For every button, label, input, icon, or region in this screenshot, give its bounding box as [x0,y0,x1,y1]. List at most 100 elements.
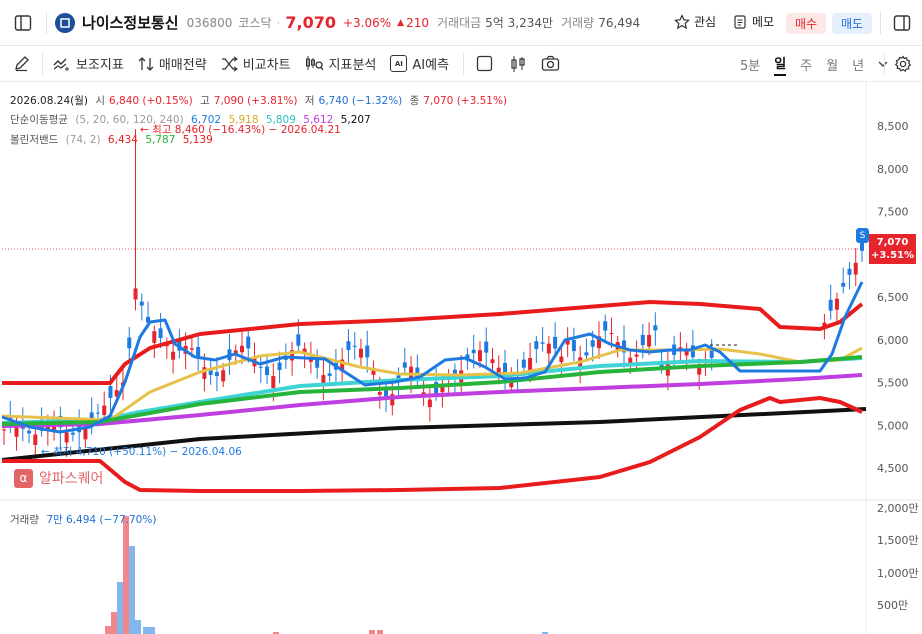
volume-bar [117,582,123,634]
memo-button[interactable]: 메모 [732,13,774,30]
volume-tick-label: 500만 [877,599,908,612]
watermark-logo: α 알파스퀘어 [14,468,103,488]
indicators-button[interactable]: 보조지표 [53,54,124,73]
candle-body [2,429,6,431]
candle-body [277,362,282,371]
analysis-button[interactable]: 지표분석 [305,54,376,73]
legend-date: 2026.08.24(월) [10,95,88,107]
chart-area[interactable]: 8,5008,0007,5007,0006,5006,0005,5005,000… [0,82,922,634]
current-price: 7,070 [285,13,336,32]
candle-body [427,399,432,408]
candle-body [377,392,382,395]
buy-button[interactable]: 매수 [786,13,826,34]
high-label: 고 [200,95,210,107]
ai-forecast-button[interactable]: AI AI예측 [390,54,449,73]
indicators-label: 보조지표 [76,58,124,73]
stock-code: 036800 [186,15,233,30]
open-label: 시 [95,95,105,107]
volume-bar [129,546,135,634]
candle-body [847,268,852,275]
candle-icon[interactable] [509,55,527,73]
close-label: 종 [409,95,420,107]
candle-body [828,299,833,311]
candle-body [139,301,144,306]
candle-body [108,386,113,398]
candle-body [634,354,639,357]
candle-body [152,331,157,343]
stock-header: 나이스정보통신 036800 코스닥 · 7,070 +3.06% ▲ 210 … [0,0,922,46]
candle-body [553,336,558,349]
candle-body [346,341,351,351]
candle-body [214,372,219,377]
open-value: 6,840 (+0.15%) [109,95,193,107]
camera-icon[interactable] [541,55,560,72]
candle-body [490,359,495,364]
candle-body [603,321,608,331]
candle-body [528,358,533,371]
candle-body [640,334,645,346]
candle-body [70,432,75,435]
candle-body [647,335,652,347]
candle-body [246,336,251,349]
price-tick-label: 4,500 [877,462,909,475]
compare-label: 비교차트 [242,58,291,73]
period-week[interactable]: 주 [800,55,812,74]
right-panel-icon[interactable] [886,8,918,38]
checkbox-icon[interactable] [476,55,493,72]
candle-body [365,345,370,358]
period-year[interactable]: 년 [852,55,864,74]
pen-icon[interactable] [0,46,42,82]
volume-label: 거래량 [561,16,595,30]
volume-tick-label: 1,000만 [877,567,919,580]
strategy-button[interactable]: 매매전략 [138,54,207,73]
sidebar-toggle-icon[interactable] [0,0,46,46]
candle-body [158,328,163,339]
candle-body [546,343,551,354]
settings-gear-icon[interactable] [890,52,916,76]
ma5-line [1,281,864,434]
candle-body [64,432,69,443]
ai-chip-icon: AI [390,55,408,72]
volume-bars [105,516,548,634]
bb-params: (74, 2) [65,134,101,146]
price-chart[interactable]: 8,5008,0007,5007,0006,5006,0005,5005,000… [0,82,922,634]
change-amount: 210 [406,15,429,30]
memo-icon [734,14,746,29]
low-annotation-text: 최저 4,710 (+50.11%) − 2026.04.06 [53,446,242,458]
candle-body [358,348,363,358]
volume-legend-label: 거래량 [10,514,39,526]
volume-tick-label: 2,000만 [877,502,919,515]
sell-button[interactable]: 매도 [832,13,872,34]
volume-bar [143,627,149,634]
price-tick-label: 5,000 [877,419,909,432]
volume-legend-value: 7만 6,494 (−77.70%) [46,514,157,526]
indicator-icon [53,58,69,71]
watermark-text: 알파스퀘어 [39,471,104,487]
candle-body [127,337,132,349]
volume-value: 76,494 [598,15,641,30]
candle-body [196,346,201,357]
divider [880,12,881,34]
candle-body [271,376,276,388]
candle-body [171,351,176,360]
candle-body [265,366,270,376]
stock-name[interactable]: 나이스정보통신 [82,12,179,33]
price-tick-label: 8,500 [877,120,909,133]
close-value: 7,070 (+3.51%) [423,95,508,107]
volume-bar [123,516,129,634]
candle-body [95,412,100,414]
bb-upper-value: 6,434 [107,134,138,146]
signal-marker[interactable]: S [856,228,869,243]
favorite-button[interactable]: 관심 [674,13,716,30]
candle-body [102,405,107,415]
period-month[interactable]: 월 [826,55,838,74]
candle-body [584,352,589,356]
divider [42,52,43,75]
market-name: 코스닥 [238,16,272,30]
period-5min[interactable]: 5분 [740,55,760,74]
trade-value-label: 거래대금 [437,16,482,30]
period-day[interactable]: 일 [774,53,787,76]
compare-button[interactable]: 비교차트 [221,54,291,73]
candle-body [296,334,301,346]
price-tick-label: 6,500 [877,291,909,304]
